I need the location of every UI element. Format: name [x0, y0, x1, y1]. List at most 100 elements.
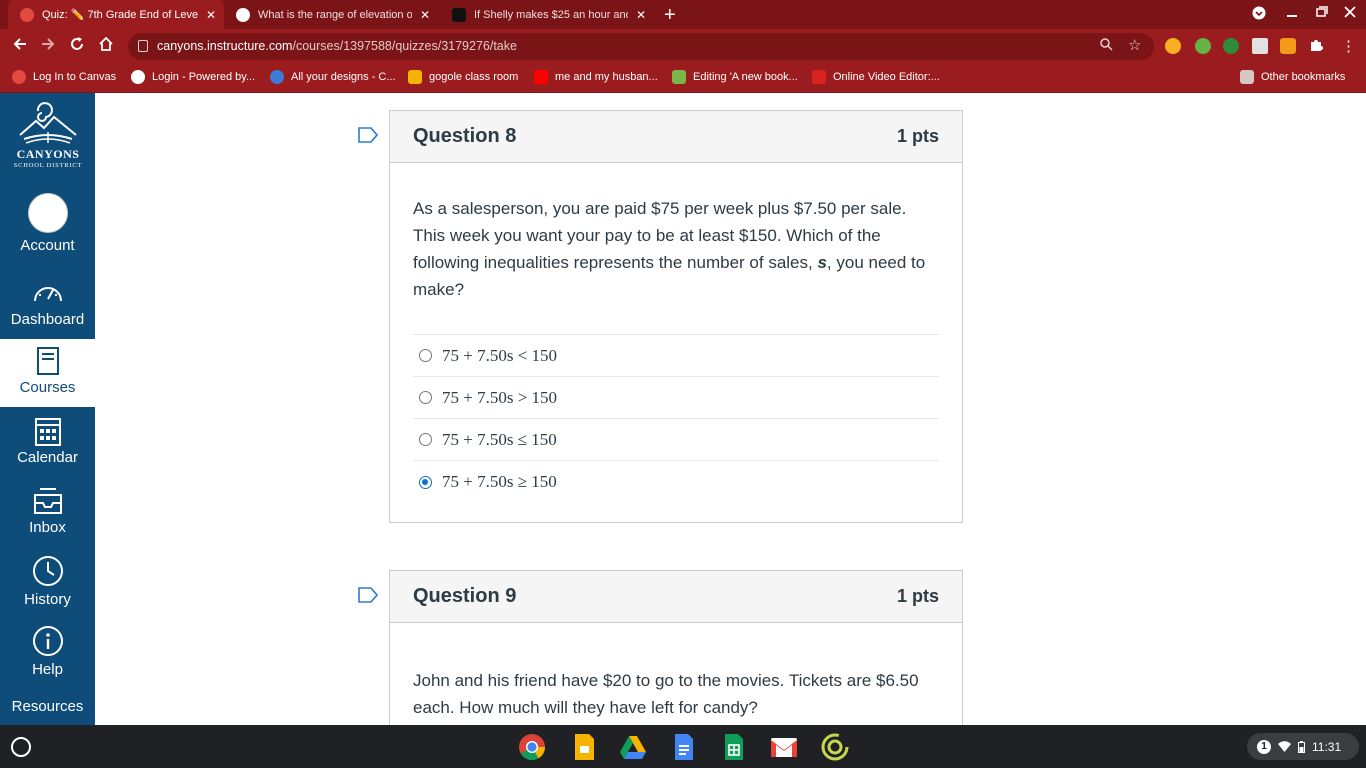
nav-account[interactable]: Account	[0, 193, 95, 263]
nav-history[interactable]: History	[0, 555, 95, 623]
forward-icon[interactable]	[40, 36, 56, 57]
question-points: 1 pts	[896, 126, 939, 146]
quiz-content: Question 8 1 pts As a salesperson, you a…	[95, 93, 1366, 725]
extension-icon[interactable]	[1165, 38, 1181, 54]
answer-list: 75 + 7.50s < 150 75 + 7.50s > 150 75 + 7…	[413, 334, 939, 503]
question-text: John and his friend have $20 to go to th…	[413, 671, 919, 717]
question-title: Question 8	[413, 125, 517, 147]
radio-button[interactable]	[419, 391, 432, 404]
nav-calendar[interactable]: Calendar	[0, 415, 95, 483]
bookmark-label: All your designs - C...	[291, 71, 396, 83]
taskbar: 1 11:31	[0, 725, 1366, 768]
tab-shelly[interactable]: If Shelly makes $25 an hour and ✕	[440, 0, 654, 29]
question-header: Question 9 1 pts	[390, 571, 962, 623]
nav-courses[interactable]: Courses	[0, 339, 95, 407]
dashboard-icon	[33, 287, 62, 302]
answer-option[interactable]: 75 + 7.50s < 150	[413, 335, 939, 377]
nav-resources[interactable]: Resources	[0, 698, 95, 725]
extension-icon[interactable]	[1252, 38, 1268, 54]
address-bar[interactable]: canyons.instructure.com/courses/1397588/…	[128, 33, 1154, 60]
docs-icon[interactable]	[670, 733, 698, 761]
logo-mark-icon	[19, 102, 77, 144]
extension-icon[interactable]	[1280, 38, 1296, 54]
sheets-icon[interactable]	[720, 733, 748, 761]
question-text: As a salesperson, you are paid $75 per w…	[390, 163, 962, 303]
nav-dashboard[interactable]: Dashboard	[0, 277, 95, 345]
close-icon[interactable]: ✕	[636, 8, 646, 22]
answer-option[interactable]: 75 + 7.50s > 150	[413, 377, 939, 419]
site-info-icon[interactable]	[138, 40, 148, 52]
extension-icon[interactable]	[1223, 38, 1239, 54]
nav-label: Dashboard	[10, 311, 85, 328]
bookmark-item[interactable]: All your designs - C...	[270, 70, 396, 84]
menu-icon[interactable]: ⋮	[1341, 37, 1356, 55]
help-icon	[32, 626, 63, 656]
new-tab-button[interactable]: +	[664, 4, 676, 27]
home-icon[interactable]	[98, 36, 114, 57]
flag-question-icon[interactable]	[358, 587, 378, 603]
bookmark-item[interactable]: Log In to Canvas	[12, 70, 116, 84]
nav-label: Calendar	[17, 449, 78, 466]
gmail-icon[interactable]	[770, 733, 798, 761]
question-card: Question 8 1 pts As a salesperson, you a…	[389, 110, 963, 523]
bookmark-label: me and my husban...	[555, 71, 658, 83]
close-icon[interactable]: ✕	[206, 8, 216, 22]
bookmark-label: gogole class room	[429, 71, 519, 83]
courses-icon	[36, 347, 59, 375]
nav-inbox[interactable]: Inbox	[0, 485, 95, 553]
answer-option[interactable]: 75 + 7.50s ≥ 150	[413, 461, 939, 503]
bookmark-item[interactable]: me and my husban...	[534, 70, 658, 84]
answer-label[interactable]: 75 + 7.50s ≥ 150	[442, 472, 557, 492]
other-bookmarks[interactable]: Other bookmarks	[1240, 70, 1345, 84]
answer-label[interactable]: 75 + 7.50s < 150	[442, 346, 557, 366]
tab-quiz[interactable]: Quiz: ✏️ 7th Grade End of Level ✕	[8, 0, 224, 29]
flag-question-icon[interactable]	[358, 127, 378, 143]
bookmark-item[interactable]: Login - Powered by...	[131, 70, 255, 84]
answer-label[interactable]: 75 + 7.50s ≤ 150	[442, 430, 557, 450]
reload-icon[interactable]	[69, 36, 85, 57]
classroom-icon	[408, 70, 422, 84]
restore-icon[interactable]	[1316, 6, 1328, 21]
tab-search-icon[interactable]	[1252, 6, 1266, 23]
answer-option[interactable]: 75 + 7.50s ≤ 150	[413, 419, 939, 461]
bookmarks-bar: Log In to Canvas Login - Powered by... A…	[0, 64, 1366, 93]
canyons-logo[interactable]: CANYONS SCHOOL DISTRICT	[8, 101, 88, 179]
zoom-icon[interactable]	[1100, 38, 1113, 54]
chrome-icon[interactable]	[518, 733, 546, 761]
radio-button-selected[interactable]	[419, 475, 432, 489]
close-window-icon[interactable]	[1344, 6, 1356, 21]
canvas-icon	[20, 7, 34, 22]
keep-icon[interactable]	[570, 733, 598, 761]
app-icon[interactable]	[821, 733, 849, 761]
status-tray[interactable]: 1 11:31	[1247, 733, 1359, 760]
extension-icon[interactable]	[1195, 38, 1211, 54]
bookmark-label: Log In to Canvas	[33, 71, 117, 83]
nav-label: Inbox	[29, 519, 66, 536]
canvas-icon	[12, 70, 26, 84]
drive-icon[interactable]	[619, 733, 647, 761]
question-points: 1 pts	[896, 586, 939, 606]
answer-label[interactable]: 75 + 7.50s > 150	[442, 388, 557, 408]
launcher-icon[interactable]	[11, 737, 31, 757]
nav-label: Courses	[19, 379, 76, 396]
wifi-icon	[1278, 741, 1291, 752]
puzzle-icon[interactable]	[1308, 37, 1324, 58]
bookmark-item[interactable]: Online Video Editor:...	[812, 70, 940, 84]
tab-range-elevation[interactable]: What is the range of elevation of ✕	[224, 0, 438, 29]
canva-icon	[270, 70, 284, 84]
minimize-icon[interactable]	[1287, 6, 1297, 21]
radio-button[interactable]	[419, 349, 432, 362]
bookmark-item[interactable]: Editing 'A new book...	[672, 70, 798, 84]
battery-icon	[1298, 740, 1305, 753]
bookmark-item[interactable]: gogole class room	[408, 70, 518, 84]
radio-button[interactable]	[419, 433, 432, 446]
folder-icon	[1240, 70, 1254, 84]
close-icon[interactable]: ✕	[420, 8, 430, 22]
nav-label: History	[24, 591, 71, 608]
back-icon[interactable]	[12, 36, 28, 57]
book-icon	[672, 70, 686, 84]
nav-help[interactable]: Help	[0, 625, 95, 693]
url-text: canyons.instructure.com/courses/1397588/…	[157, 39, 517, 53]
video-editor-icon	[812, 70, 826, 84]
bookmark-star-icon[interactable]: ☆	[1128, 36, 1141, 54]
